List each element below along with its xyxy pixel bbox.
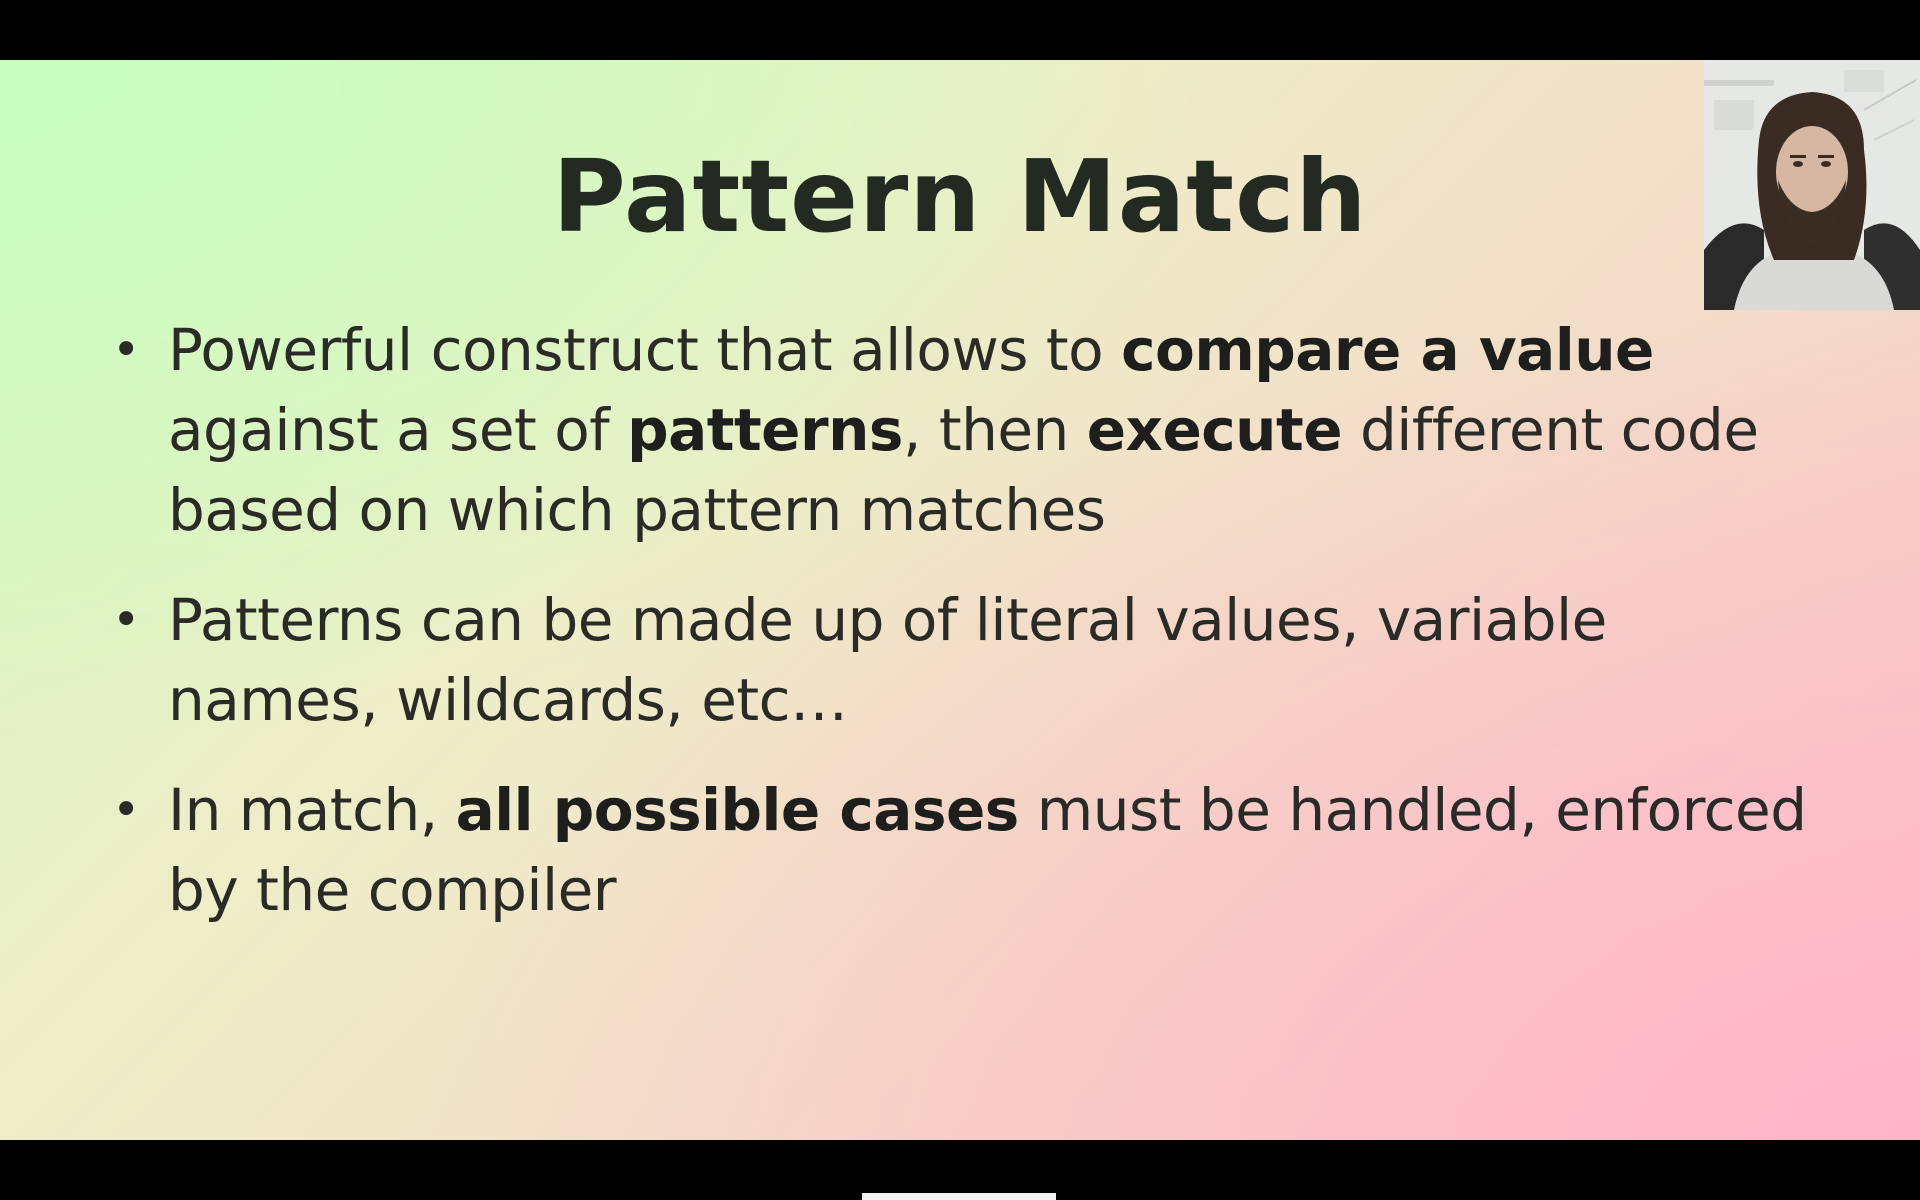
slide-title: Pattern Match xyxy=(552,138,1368,255)
bullet-text: Patterns can be made up of literal value… xyxy=(168,586,1607,734)
presenter-webcam-video-icon xyxy=(1704,60,1920,310)
bullet-dot-icon: • xyxy=(112,322,140,378)
playback-progress-fill xyxy=(862,1193,1056,1200)
bullet-item: • Patterns can be made up of literal val… xyxy=(112,580,1812,740)
bullet-list: • Powerful construct that allows to comp… xyxy=(112,310,1812,930)
bullet-text: Powerful construct that allows to compar… xyxy=(168,316,1759,544)
presenter-webcam xyxy=(1704,60,1920,310)
bullet-item: • In match, all possible cases must be h… xyxy=(112,770,1812,930)
bullet-text: In match, all possible cases must be han… xyxy=(168,776,1807,924)
bullet-dot-icon: • xyxy=(112,782,140,838)
bullet-item: • Powerful construct that allows to comp… xyxy=(112,310,1812,550)
bullet-dot-icon: • xyxy=(112,592,140,648)
video-viewer[interactable]: Pattern Match • Powerful construct that … xyxy=(0,0,1920,1200)
playback-progress-bar[interactable] xyxy=(862,1193,1056,1200)
presentation-slide: Pattern Match • Powerful construct that … xyxy=(0,60,1920,1140)
